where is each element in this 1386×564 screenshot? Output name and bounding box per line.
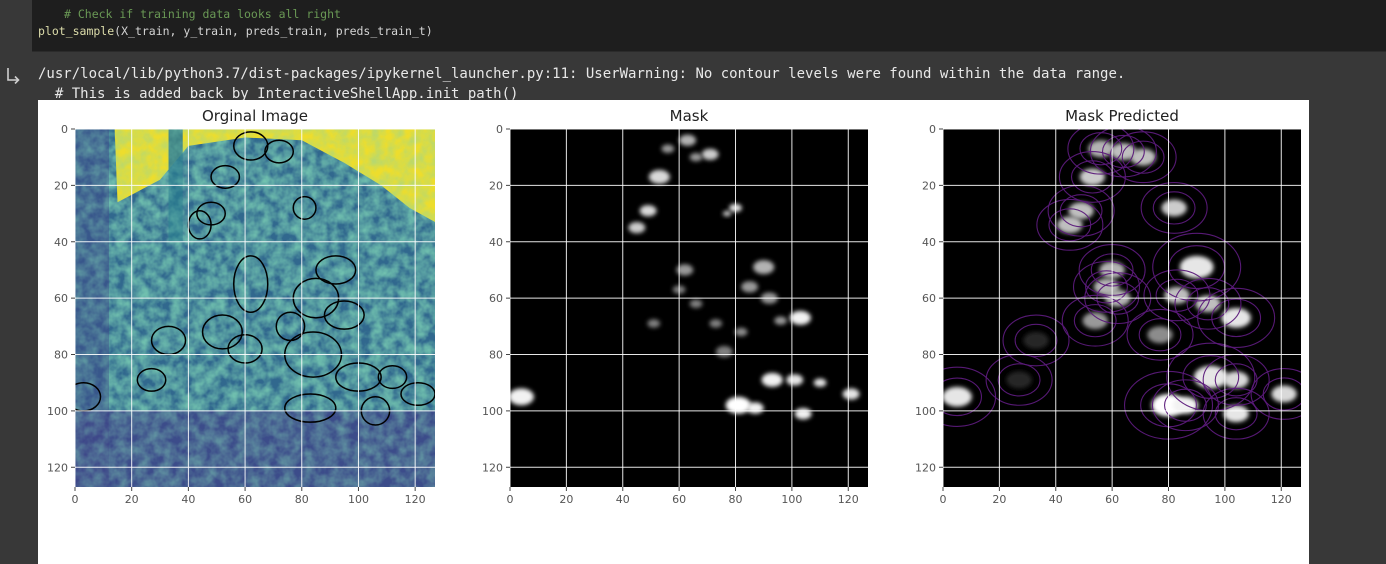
plot-title: Orginal Image [202, 107, 308, 125]
function-args: (X_train, y_train, preds_train, preds_tr… [114, 24, 433, 38]
x-tick-label: 100 [1214, 493, 1235, 506]
mask-blob [943, 386, 972, 407]
y-tick-label: 0 [61, 123, 68, 136]
y-tick-label: 60 [54, 292, 68, 305]
y-tick-label: 100 [482, 405, 503, 418]
mask-blob [746, 402, 764, 414]
mask-blob [741, 281, 759, 293]
x-tick-label: 60 [1105, 493, 1119, 506]
plot-image-2 [510, 129, 868, 487]
y-tick-label: 40 [54, 236, 68, 249]
x-tick-label: 80 [295, 493, 309, 506]
mask-blob [1006, 371, 1032, 389]
y-tick-label: 80 [922, 349, 936, 362]
x-tick-label: 60 [238, 493, 252, 506]
mask-blob [1161, 199, 1187, 217]
plot-image-1 [75, 129, 435, 487]
code-comment-line: # Check if training data looks all right [64, 7, 341, 21]
y-tick-label: 60 [489, 292, 503, 305]
mask-blob [1271, 385, 1297, 403]
x-tick-label: 80 [1162, 493, 1176, 506]
x-tick-label: 40 [181, 493, 195, 506]
x-tick-label: 100 [781, 493, 802, 506]
plot-panel-2: Mask 0 20 40 60 80 100 120 0 20 40 60 80 100 120 [482, 107, 868, 506]
y-tick-label: 100 [47, 405, 68, 418]
mask-blob [701, 148, 719, 161]
y-tick-label: 120 [482, 461, 503, 474]
x-tick-label: 0 [72, 493, 79, 506]
mask-blob [734, 327, 748, 337]
mask-blob [794, 408, 812, 420]
mask-blob [842, 388, 860, 400]
mask-blob [1082, 312, 1108, 330]
x-tick-label: 40 [1049, 493, 1063, 506]
plot-panel-1: Orginal Image 0 20 40 60 80 100 120 0 20 40 60 80 100… [47, 107, 435, 506]
mask-blob [761, 372, 783, 387]
x-tick-label: 20 [992, 493, 1006, 506]
mask-blob [647, 319, 661, 328]
y-tick-label: 20 [489, 179, 503, 192]
plot-title: Mask Predicted [1065, 107, 1179, 125]
output-area: /usr/local/lib/python3.7/dist-packages/i… [0, 52, 1386, 564]
x-tick-label: 120 [405, 493, 426, 506]
mask-blob [789, 310, 811, 325]
code-cell[interactable]: # Check if training data looks all right… [32, 0, 1386, 52]
mask-blob [722, 210, 732, 217]
mask-blob [813, 378, 827, 387]
figure-canvas: Orginal Image 0 20 40 60 80 100 120 0 20 40 60 80 100… [47, 107, 1301, 506]
mask-blob [689, 299, 703, 308]
mask-blob [1193, 365, 1228, 389]
x-tick-label: 20 [125, 493, 139, 506]
x-tick-label: 40 [616, 493, 630, 506]
mask-blob [510, 388, 534, 406]
y-tick-label: 0 [929, 123, 936, 136]
warning-line: /usr/local/lib/python3.7/dist-packages/i… [38, 66, 1126, 82]
y-tick-label: 20 [54, 179, 68, 192]
function-name: plot_sample [38, 24, 115, 38]
mask-blob [639, 205, 657, 217]
mask-blob [628, 222, 646, 234]
mask-blob [689, 152, 703, 162]
mask-blob [709, 319, 723, 328]
mask-blob [648, 169, 670, 184]
x-tick-label: 100 [348, 493, 369, 506]
image-background [510, 129, 868, 487]
x-tick-label: 80 [729, 493, 743, 506]
mask-blob [774, 316, 787, 325]
y-tick-label: 80 [54, 349, 68, 362]
mask-blob [786, 374, 804, 386]
x-tick-label: 120 [838, 493, 859, 506]
y-tick-label: 100 [915, 405, 936, 418]
stderr-output: /usr/local/lib/python3.7/dist-packages/i… [38, 64, 1125, 104]
image-shadow-texture [75, 129, 435, 487]
x-tick-label: 0 [940, 493, 947, 506]
mask-blob [1023, 331, 1049, 349]
plot-image-3 [943, 129, 1301, 487]
x-tick-label: 20 [559, 493, 573, 506]
y-tick-label: 40 [922, 236, 936, 249]
mask-blob [679, 134, 697, 146]
y-tick-label: 120 [915, 461, 936, 474]
plot-panel-3: Mask Predicted 0 20 40 60 80 100 120 0 20 40 60 80 10… [915, 107, 1301, 506]
output-arrow-icon[interactable] [4, 66, 22, 85]
mask-blob [753, 260, 775, 275]
x-tick-label: 120 [1271, 493, 1292, 506]
x-tick-label: 0 [507, 493, 514, 506]
plot-title: Mask [670, 107, 709, 125]
y-tick-label: 80 [489, 349, 503, 362]
y-tick-label: 20 [922, 179, 936, 192]
mask-blob [1223, 405, 1249, 423]
image-background [943, 129, 1301, 487]
y-tick-label: 120 [47, 461, 68, 474]
code-call-line: plot_sample(X_train, y_train, preds_trai… [38, 24, 433, 38]
x-tick-label: 60 [672, 493, 686, 506]
matplotlib-figure: Orginal Image 0 20 40 60 80 100 120 0 20 40 60 80 100… [38, 100, 1309, 564]
y-tick-label: 60 [922, 292, 936, 305]
y-tick-label: 0 [496, 123, 503, 136]
mask-blob [715, 346, 733, 358]
y-tick-label: 40 [489, 236, 503, 249]
mask-blob [661, 144, 675, 153]
